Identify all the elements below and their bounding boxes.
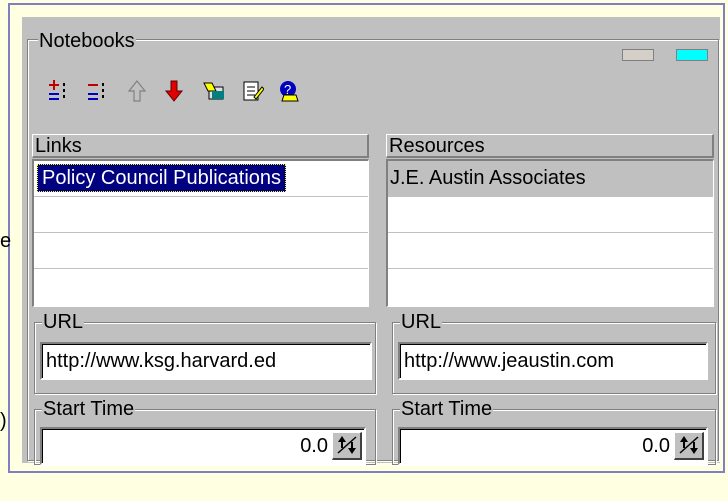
add-link-icon[interactable] xyxy=(46,79,70,103)
move-down-icon[interactable] xyxy=(162,79,186,103)
resource-item-label[interactable]: J.E. Austin Associates xyxy=(388,167,586,189)
resources-list[interactable]: J.E. Austin Associates xyxy=(386,159,714,307)
stepper-arrows-icon[interactable] xyxy=(332,432,362,460)
notebooks-title: Notebooks xyxy=(38,30,136,52)
remove-link-icon[interactable] xyxy=(85,79,109,103)
move-up-icon[interactable] xyxy=(125,79,149,103)
resources-start-label: Start Time xyxy=(400,398,494,420)
list-item[interactable] xyxy=(34,197,368,233)
links-start-value: 0.0 xyxy=(300,435,328,457)
notebooks-panel: Notebooks ? Links Resources Policy Counc… xyxy=(22,17,720,465)
links-url-label: URL xyxy=(42,311,85,333)
resources-start-value: 0.0 xyxy=(642,435,670,457)
edit-notebook-icon[interactable] xyxy=(240,79,264,103)
list-item[interactable] xyxy=(34,233,368,269)
links-header[interactable]: Links xyxy=(32,134,369,158)
resources-url-label: URL xyxy=(400,311,443,333)
stepper-arrows-icon[interactable] xyxy=(674,432,704,460)
view-toggle-gray[interactable] xyxy=(622,49,654,61)
resources-start-stepper[interactable]: 0.0 xyxy=(398,427,708,465)
help-notebook-icon[interactable]: ? xyxy=(276,79,300,103)
resources-url-input[interactable]: http://www.jeaustin.com xyxy=(398,342,708,380)
links-start-stepper[interactable]: 0.0 xyxy=(40,427,366,465)
clipped-text-paren: ) xyxy=(0,410,7,432)
selected-link-label[interactable]: Policy Council Publications xyxy=(37,164,287,192)
list-item[interactable]: J.E. Austin Associates xyxy=(388,161,713,197)
open-notebook-icon[interactable] xyxy=(202,79,226,103)
clipped-text-e: e xyxy=(0,230,12,252)
list-item[interactable] xyxy=(388,233,713,269)
list-item[interactable]: Policy Council Publications xyxy=(34,161,368,197)
links-list[interactable]: Policy Council Publications xyxy=(32,159,369,307)
links-start-label: Start Time xyxy=(42,398,136,420)
view-toggle-cyan[interactable] xyxy=(676,49,708,61)
links-url-input[interactable]: http://www.ksg.harvard.ed xyxy=(40,342,372,380)
resources-header[interactable]: Resources xyxy=(386,134,714,158)
list-item[interactable] xyxy=(388,197,713,233)
